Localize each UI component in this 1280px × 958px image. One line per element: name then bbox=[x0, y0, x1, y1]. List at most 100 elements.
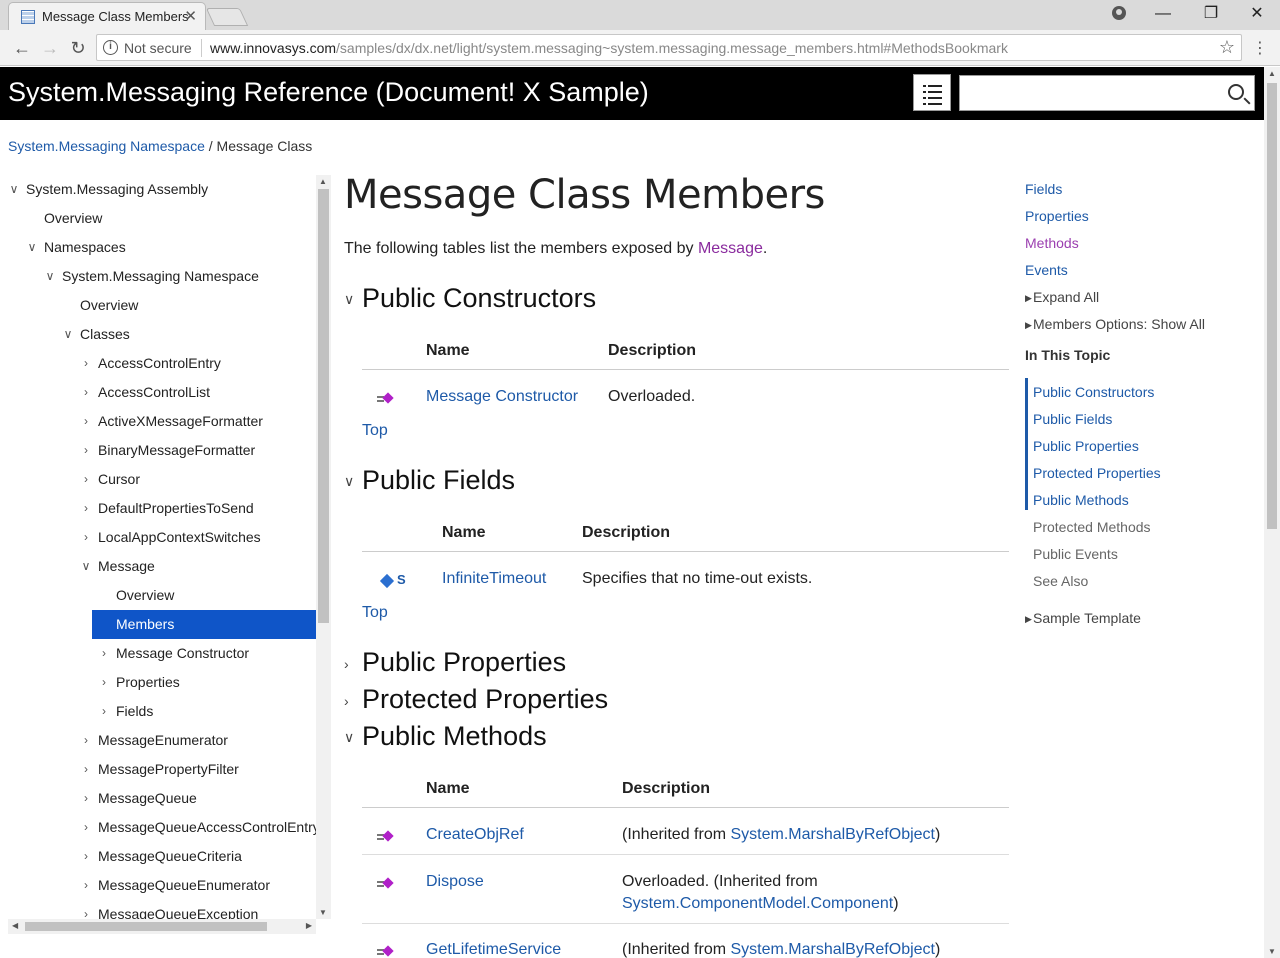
chevron-right-icon[interactable]: › bbox=[98, 639, 110, 668]
topic-link[interactable]: Protected Properties bbox=[1033, 465, 1161, 481]
bookmark-star-icon[interactable]: ☆ bbox=[1219, 37, 1235, 58]
tree-item[interactable]: › LocalAppContextSwitches bbox=[0, 523, 316, 552]
page-vertical-scrollbar[interactable]: ▲ ▼ bbox=[1264, 67, 1280, 958]
tree-item[interactable]: › MessageQueueCriteria bbox=[0, 842, 316, 871]
chevron-right-icon[interactable]: › bbox=[80, 436, 92, 465]
topic-link[interactable]: Public Properties bbox=[1033, 438, 1139, 454]
active-tab[interactable]: Message Class Members ✕ bbox=[8, 2, 206, 30]
chevron-right-icon[interactable]: › bbox=[80, 871, 92, 900]
section-public-methods[interactable]: ∨ Public Methods bbox=[344, 721, 547, 752]
tree-item[interactable]: Members bbox=[92, 610, 316, 639]
topic-link[interactable]: Protected Methods bbox=[1033, 519, 1151, 535]
not-secure-label[interactable]: Not secure bbox=[124, 40, 192, 56]
top-link[interactable]: Top bbox=[362, 422, 388, 440]
minimize-button[interactable]: — bbox=[1140, 2, 1186, 28]
chevron-right-icon[interactable]: › bbox=[80, 349, 92, 378]
chevron-right-icon[interactable]: › bbox=[80, 842, 92, 871]
tree-item[interactable]: › Message Constructor bbox=[0, 639, 316, 668]
window-close-button[interactable]: ✕ bbox=[1234, 2, 1280, 28]
back-button[interactable]: ← bbox=[10, 36, 34, 60]
chevron-right-icon[interactable]: › bbox=[80, 784, 92, 813]
breadcrumb-namespace-link[interactable]: System.Messaging Namespace bbox=[8, 138, 205, 154]
rail-link-methods[interactable]: Methods bbox=[1025, 235, 1079, 251]
scrollbar-thumb[interactable] bbox=[25, 922, 267, 931]
inherited-from-link[interactable]: System.MarshalByRefObject bbox=[730, 941, 935, 958]
rail-link-fields[interactable]: Fields bbox=[1025, 181, 1062, 197]
chevron-right-icon[interactable]: › bbox=[98, 668, 110, 697]
tab-close-icon[interactable]: ✕ bbox=[184, 7, 197, 25]
tree-item[interactable]: ∨ Message bbox=[0, 552, 316, 581]
reload-button[interactable]: ↻ bbox=[66, 36, 90, 60]
chevron-down-icon[interactable]: ∨ bbox=[26, 233, 38, 262]
chevron-right-icon[interactable]: › bbox=[80, 378, 92, 407]
info-icon[interactable]: i bbox=[103, 40, 118, 55]
tree-item[interactable]: › Fields bbox=[0, 697, 316, 726]
tree-item[interactable]: › ActiveXMessageFormatter bbox=[0, 407, 316, 436]
tree-item[interactable]: › BinaryMessageFormatter bbox=[0, 436, 316, 465]
tree-item[interactable]: Overview bbox=[0, 204, 316, 233]
scroll-up-arrow-icon[interactable]: ▲ bbox=[319, 177, 327, 186]
search-icon[interactable] bbox=[1228, 84, 1244, 100]
topic-link[interactable]: Public Events bbox=[1033, 546, 1118, 562]
chevron-right-icon[interactable]: › bbox=[80, 523, 92, 552]
inherited-from-link[interactable]: System.MarshalByRefObject bbox=[730, 826, 935, 843]
profile-icon[interactable] bbox=[1112, 6, 1126, 20]
chevron-right-icon[interactable]: › bbox=[80, 726, 92, 755]
chevron-right-icon[interactable]: › bbox=[98, 697, 110, 726]
nav-tree-horizontal-scrollbar[interactable]: ◀ ▶ bbox=[8, 919, 316, 934]
scrollbar-thumb[interactable] bbox=[318, 189, 329, 623]
scrollbar-thumb[interactable] bbox=[1267, 83, 1277, 529]
tree-item[interactable]: › DefaultPropertiesToSend bbox=[0, 494, 316, 523]
tree-item[interactable]: › MessageQueueEnumerator bbox=[0, 871, 316, 900]
tree-item[interactable]: › AccessControlList bbox=[0, 378, 316, 407]
tree-item[interactable]: Overview bbox=[0, 291, 316, 320]
scroll-down-arrow-icon[interactable]: ▼ bbox=[1268, 947, 1276, 956]
rail-link-events[interactable]: Events bbox=[1025, 262, 1068, 278]
chevron-right-icon[interactable]: › bbox=[80, 813, 92, 842]
new-tab-button[interactable] bbox=[205, 8, 249, 26]
member-link[interactable]: GetLifetimeService bbox=[426, 941, 561, 958]
member-link[interactable]: Message Constructor bbox=[426, 388, 578, 405]
section-public-properties[interactable]: › Public Properties bbox=[344, 647, 566, 678]
sample-template-toggle[interactable]: ▶Sample Template bbox=[1025, 610, 1141, 626]
nav-tree-vertical-scrollbar[interactable]: ▲ ▼ bbox=[316, 175, 331, 919]
search-input[interactable] bbox=[959, 75, 1255, 111]
tree-item[interactable]: › MessagePropertyFilter bbox=[0, 755, 316, 784]
member-link[interactable]: InfiniteTimeout bbox=[442, 570, 546, 587]
tree-item[interactable]: ∨ System.Messaging Namespace bbox=[0, 262, 316, 291]
tree-item[interactable]: ∨ Classes bbox=[0, 320, 316, 349]
chevron-right-icon[interactable]: › bbox=[80, 465, 92, 494]
member-link[interactable]: CreateObjRef bbox=[426, 826, 524, 843]
section-public-constructors[interactable]: ∨ Public Constructors bbox=[344, 283, 596, 314]
message-link[interactable]: Message bbox=[698, 240, 763, 257]
tree-item[interactable]: ∨ Namespaces bbox=[0, 233, 316, 262]
section-public-fields[interactable]: ∨ Public Fields bbox=[344, 465, 515, 496]
topic-link[interactable]: Public Fields bbox=[1033, 411, 1112, 427]
tree-item[interactable]: ∨ System.Messaging Assembly bbox=[0, 175, 316, 204]
url-text[interactable]: www.innovasys.com/samples/dx/dx.net/ligh… bbox=[210, 40, 1008, 56]
chevron-down-icon[interactable]: ∨ bbox=[80, 552, 92, 581]
address-bar[interactable]: i Not secure www.innovasys.com/samples/d… bbox=[96, 34, 1242, 61]
forward-button[interactable]: → bbox=[38, 36, 62, 60]
topic-link[interactable]: Public Methods bbox=[1033, 492, 1129, 508]
inherited-from-link[interactable]: System.ComponentModel.Component bbox=[622, 895, 893, 912]
top-link[interactable]: Top bbox=[362, 604, 388, 622]
members-options-toggle[interactable]: ▶Members Options: Show All bbox=[1025, 316, 1205, 332]
scroll-up-arrow-icon[interactable]: ▲ bbox=[1268, 69, 1276, 78]
tree-item[interactable]: › Properties bbox=[0, 668, 316, 697]
expand-all-toggle[interactable]: ▶Expand All bbox=[1025, 289, 1099, 305]
tree-item[interactable]: › Cursor bbox=[0, 465, 316, 494]
rail-link-properties[interactable]: Properties bbox=[1025, 208, 1089, 224]
member-link[interactable]: Dispose bbox=[426, 873, 484, 890]
tree-item[interactable]: › MessageQueue bbox=[0, 784, 316, 813]
tree-item[interactable]: › MessageQueueAccessControlEntry bbox=[0, 813, 316, 842]
chevron-down-icon[interactable]: ∨ bbox=[8, 175, 20, 204]
tree-item[interactable]: Overview bbox=[0, 581, 316, 610]
scroll-left-arrow-icon[interactable]: ◀ bbox=[12, 921, 18, 930]
chevron-right-icon[interactable]: › bbox=[80, 755, 92, 784]
topic-link[interactable]: Public Constructors bbox=[1033, 384, 1154, 400]
scroll-down-arrow-icon[interactable]: ▼ bbox=[319, 908, 327, 917]
scroll-right-arrow-icon[interactable]: ▶ bbox=[306, 921, 312, 930]
chevron-right-icon[interactable]: › bbox=[80, 407, 92, 436]
chevron-right-icon[interactable]: › bbox=[80, 494, 92, 523]
